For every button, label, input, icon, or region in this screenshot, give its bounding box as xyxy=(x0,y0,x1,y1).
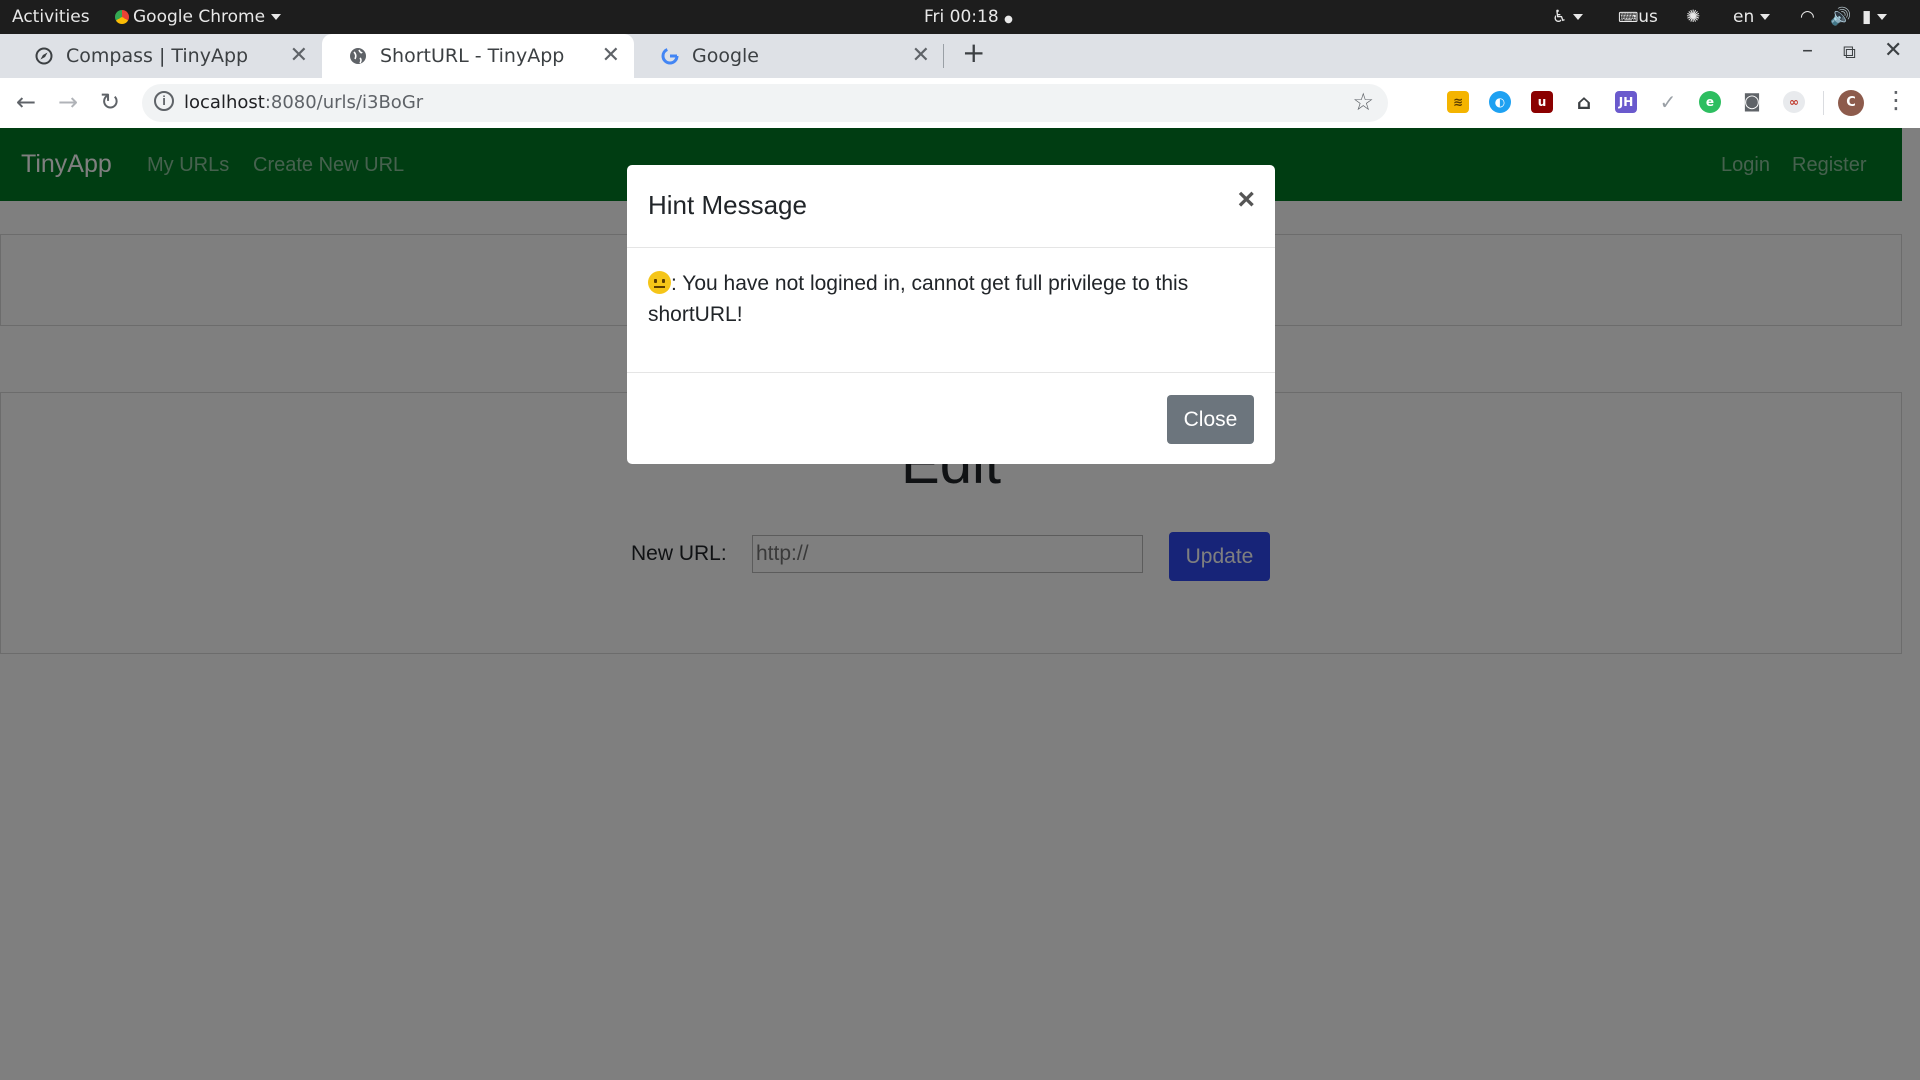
address-url: localhost:8080/urls/i3BoGr xyxy=(184,92,423,113)
language-label: en xyxy=(1733,7,1755,27)
neutral-face-icon xyxy=(648,271,671,294)
modal-footer: Close xyxy=(627,372,1275,464)
clock-label: Fri 00:18 xyxy=(924,7,999,27)
forward-button[interactable]: → xyxy=(58,88,78,116)
notification-dot-icon: ● xyxy=(1004,14,1013,25)
new-tab-button[interactable]: + xyxy=(962,36,985,69)
compass-icon xyxy=(35,47,53,65)
close-x-button[interactable]: × xyxy=(1237,183,1255,217)
keyboard-icon: ⌨ xyxy=(1618,10,1639,26)
volume-icon[interactable]: 🔊 xyxy=(1830,0,1851,34)
tray-app-icon[interactable]: ✺ xyxy=(1686,0,1700,34)
restore-button[interactable]: ⧉ xyxy=(1843,42,1856,63)
camera-icon[interactable]: ◙ xyxy=(1741,91,1763,113)
accessibility-icon: ♿ xyxy=(1552,7,1568,27)
modal-header: Hint Message × xyxy=(627,165,1275,248)
tab-compass[interactable]: Compass | TinyApp ✕ xyxy=(8,34,322,78)
tab-title: ShortURL - TinyApp xyxy=(380,45,565,67)
keyboard-layout-indicator[interactable]: ⌨us xyxy=(1618,0,1658,34)
address-bar[interactable]: i localhost:8080/urls/i3BoGr ☆ xyxy=(142,84,1388,122)
tab-title: Compass | TinyApp xyxy=(66,45,249,67)
extension-glasses-icon[interactable]: ∞ xyxy=(1783,91,1805,113)
system-top-bar: Activities Google Chrome Fri 00:18 ● ♿ ⌨… xyxy=(0,0,1920,34)
tab-strip: Compass | TinyApp ✕ ShortURL - TinyApp ✕… xyxy=(0,34,1920,78)
chevron-down-icon xyxy=(1573,14,1584,20)
tab-separator xyxy=(943,44,944,68)
chevron-down-icon xyxy=(271,14,282,20)
system-menu[interactable]: ▮ xyxy=(1862,0,1888,34)
checkmark-icon[interactable]: ✓ xyxy=(1657,91,1679,113)
ublock-icon[interactable]: u xyxy=(1531,91,1553,113)
browser-toolbar: ← → ↻ i localhost:8080/urls/i3BoGr ☆ ≋ ◐… xyxy=(0,78,1920,128)
tab-google[interactable]: Google ✕ xyxy=(634,34,944,78)
close-window-button[interactable]: ✕ xyxy=(1884,38,1902,63)
modal-title: Hint Message xyxy=(648,190,807,220)
modal-message: : You have not logined in, cannot get fu… xyxy=(648,272,1189,326)
language-menu[interactable]: en xyxy=(1733,0,1771,34)
close-tab-icon[interactable]: ✕ xyxy=(912,43,930,68)
extension-cat-icon[interactable]: ≋ xyxy=(1447,91,1469,113)
bookmark-star-icon[interactable]: ☆ xyxy=(1352,88,1374,117)
reload-button[interactable]: ↻ xyxy=(100,88,120,116)
url-path: :8080/urls/i3BoGr xyxy=(264,92,424,113)
site-info-icon[interactable]: i xyxy=(154,91,174,111)
chevron-down-icon xyxy=(1877,14,1888,20)
minimize-button[interactable]: – xyxy=(1802,38,1813,63)
hint-modal: Hint Message × : You have not logined in… xyxy=(627,165,1275,464)
url-host: localhost xyxy=(184,92,265,113)
keyboard-layout-label: us xyxy=(1638,7,1658,27)
modal-body: : You have not logined in, cannot get fu… xyxy=(648,268,1248,330)
chrome-icon xyxy=(115,10,129,24)
wifi-icon[interactable]: ◠ xyxy=(1800,0,1815,34)
google-icon xyxy=(661,47,679,65)
toolbar-separator xyxy=(1823,91,1824,115)
extension-shield-icon[interactable]: ◐ xyxy=(1489,91,1511,113)
globe-icon xyxy=(350,48,366,64)
close-button[interactable]: Close xyxy=(1167,395,1254,444)
tab-title: Google xyxy=(692,45,760,67)
clock[interactable]: Fri 00:18 ● xyxy=(924,0,1013,34)
close-tab-icon[interactable]: ✕ xyxy=(602,43,620,68)
accessibility-menu[interactable]: ♿ xyxy=(1552,0,1584,34)
tab-shorturl[interactable]: ShortURL - TinyApp ✕ xyxy=(322,34,634,78)
app-menu-label: Google Chrome xyxy=(133,7,266,27)
home-icon[interactable]: ⌂ xyxy=(1573,91,1595,113)
battery-icon: ▮ xyxy=(1862,7,1872,27)
chevron-down-icon xyxy=(1760,14,1771,20)
extension-jh-icon[interactable]: JH xyxy=(1615,91,1637,113)
chrome-menu-icon[interactable]: ⋮ xyxy=(1884,86,1908,114)
evernote-icon[interactable]: e xyxy=(1699,91,1721,113)
back-button[interactable]: ← xyxy=(16,88,36,116)
close-tab-icon[interactable]: ✕ xyxy=(290,43,308,68)
app-menu[interactable]: Google Chrome xyxy=(115,0,282,34)
activities-button[interactable]: Activities xyxy=(12,0,90,34)
profile-avatar[interactable]: C xyxy=(1838,90,1864,116)
